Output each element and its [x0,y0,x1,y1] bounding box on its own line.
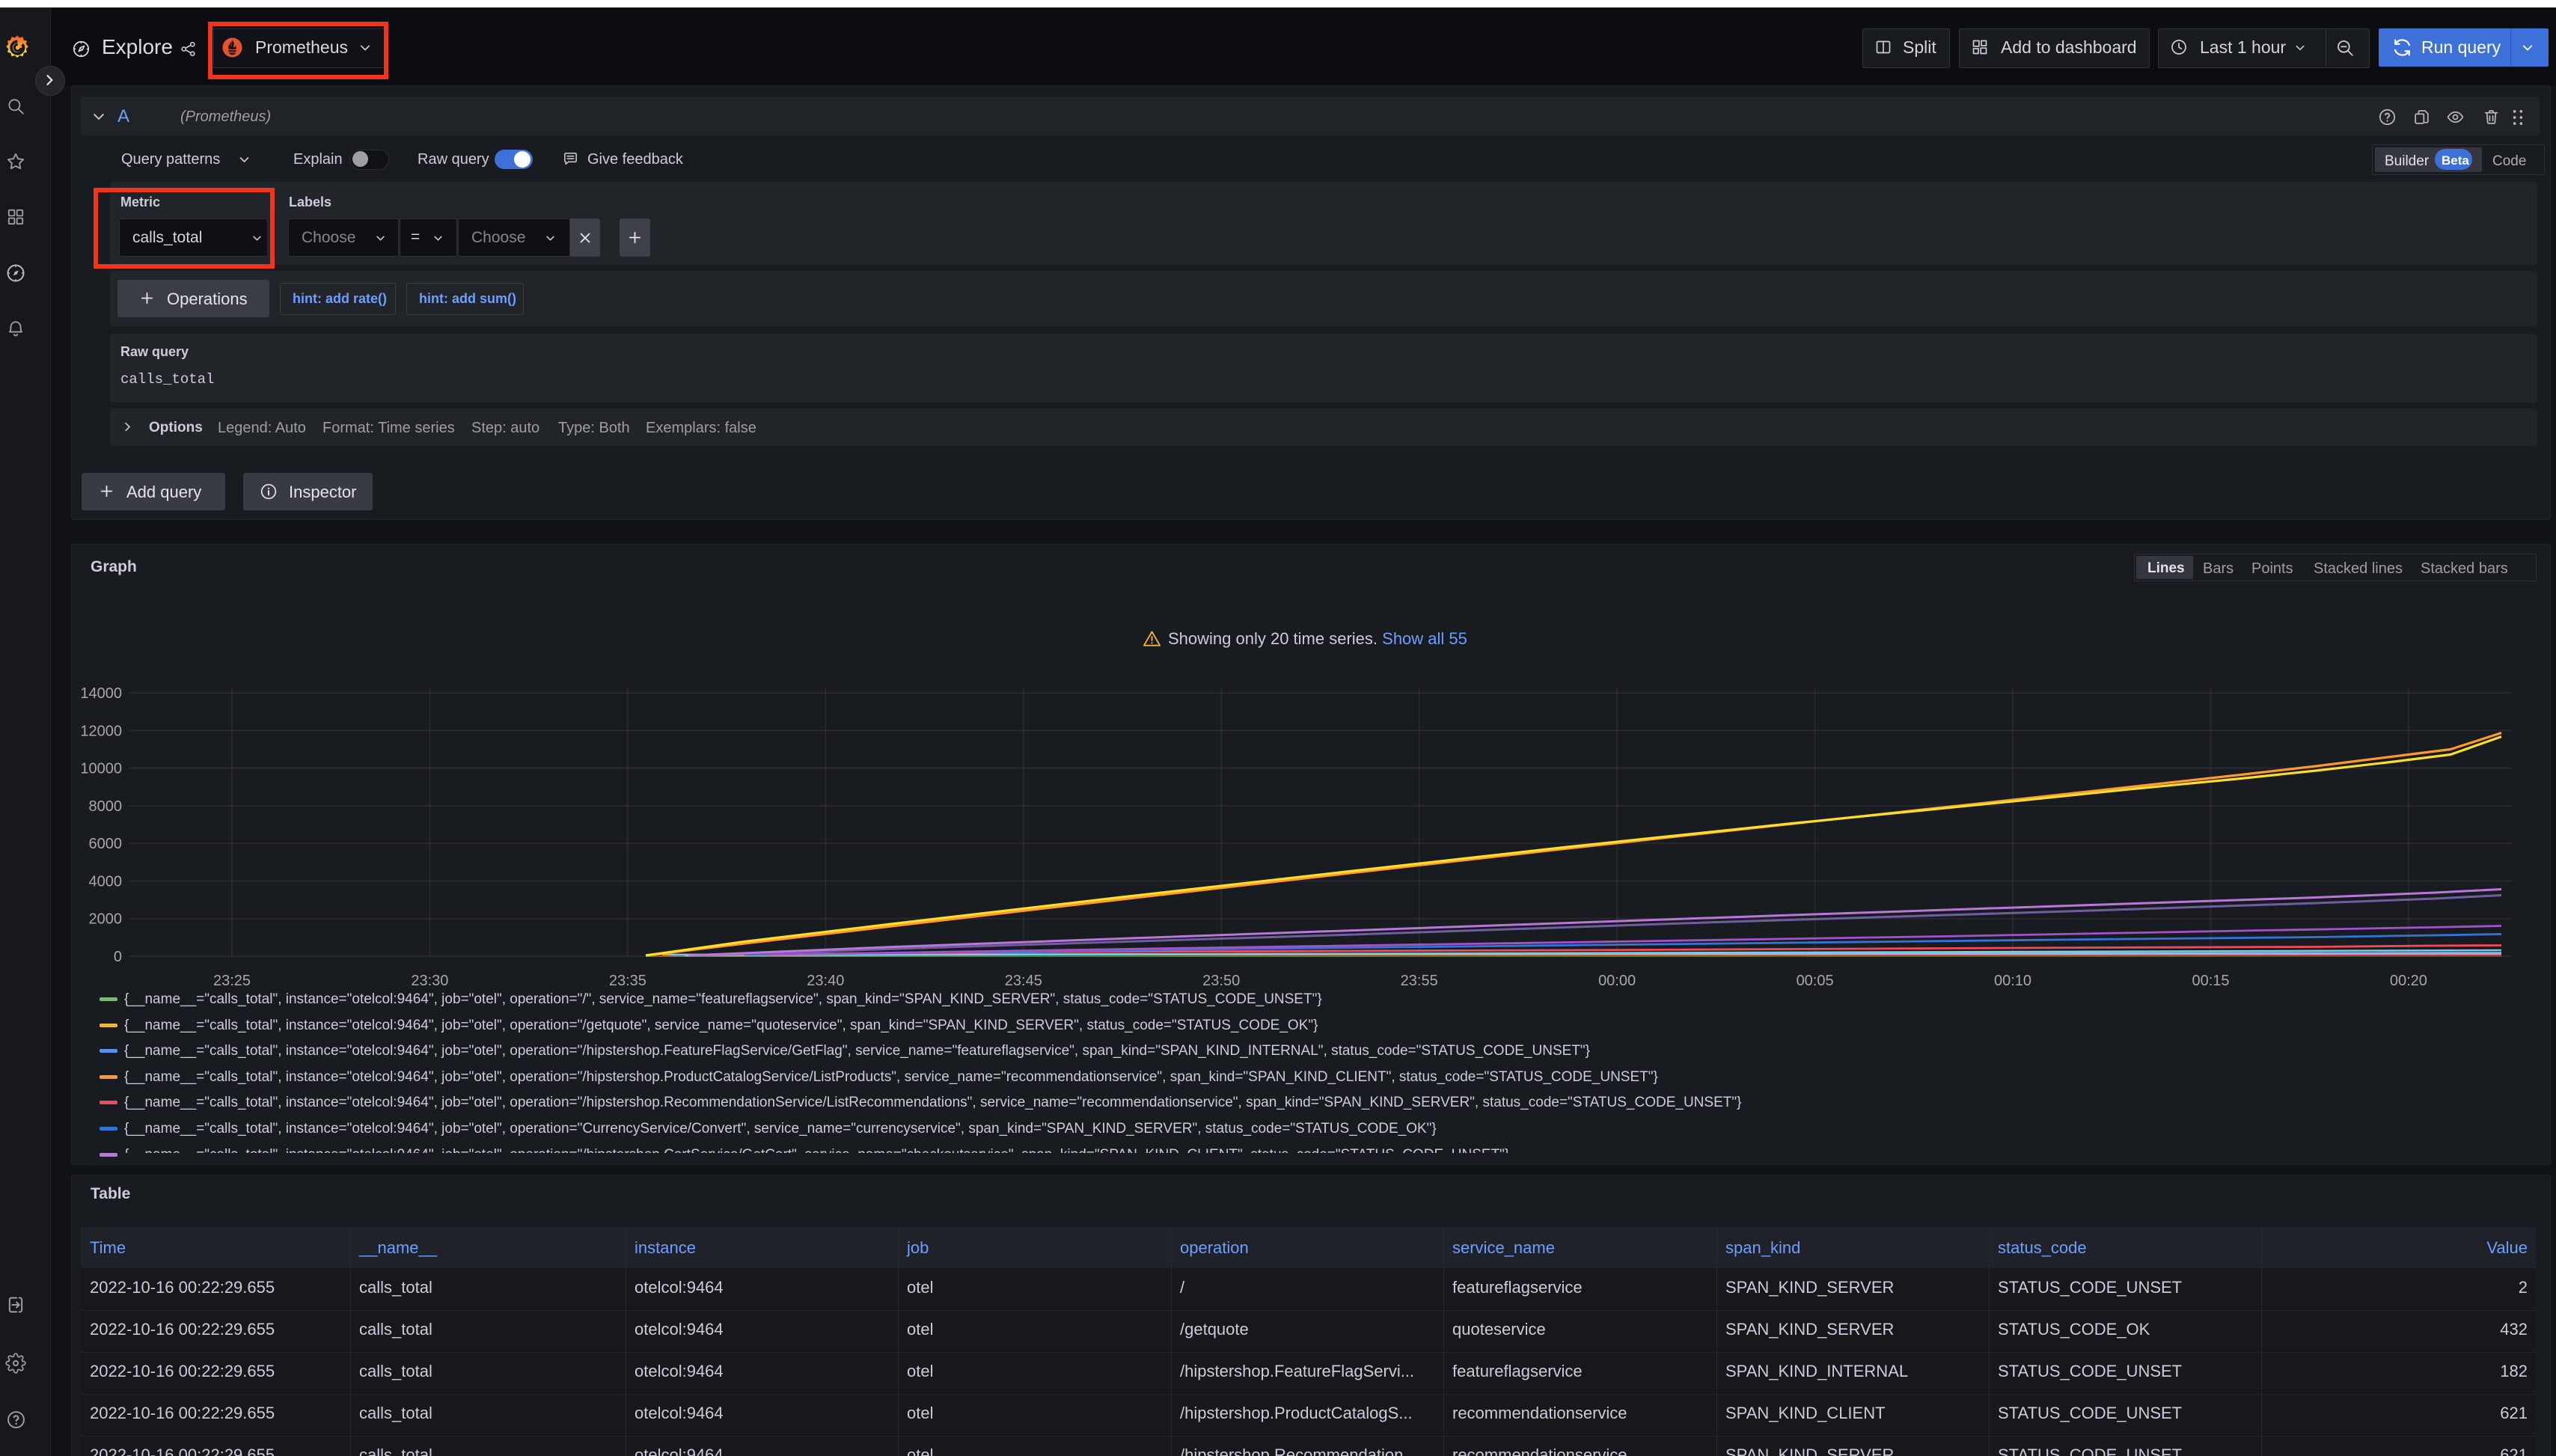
svg-text:8000: 8000 [89,798,123,815]
svg-text:23:45: 23:45 [1005,973,1042,988]
svg-text:23:50: 23:50 [1202,973,1240,988]
svg-text:00:10: 00:10 [1994,973,2031,988]
svg-text:12000: 12000 [80,723,122,739]
svg-text:2000: 2000 [89,911,123,928]
svg-text:0: 0 [114,949,122,965]
svg-text:23:55: 23:55 [1401,973,1438,988]
svg-text:10000: 10000 [80,761,122,777]
svg-text:00:05: 00:05 [1797,973,1834,988]
svg-text:4000: 4000 [89,873,123,890]
svg-text:23:30: 23:30 [411,973,448,988]
svg-text:00:00: 00:00 [1598,973,1636,988]
svg-text:23:35: 23:35 [609,973,646,988]
svg-text:14000: 14000 [80,685,122,702]
svg-text:6000: 6000 [89,836,123,852]
svg-text:00:15: 00:15 [2192,973,2229,988]
svg-text:23:40: 23:40 [807,973,844,988]
svg-text:23:25: 23:25 [213,973,251,988]
svg-text:00:20: 00:20 [2390,973,2427,988]
